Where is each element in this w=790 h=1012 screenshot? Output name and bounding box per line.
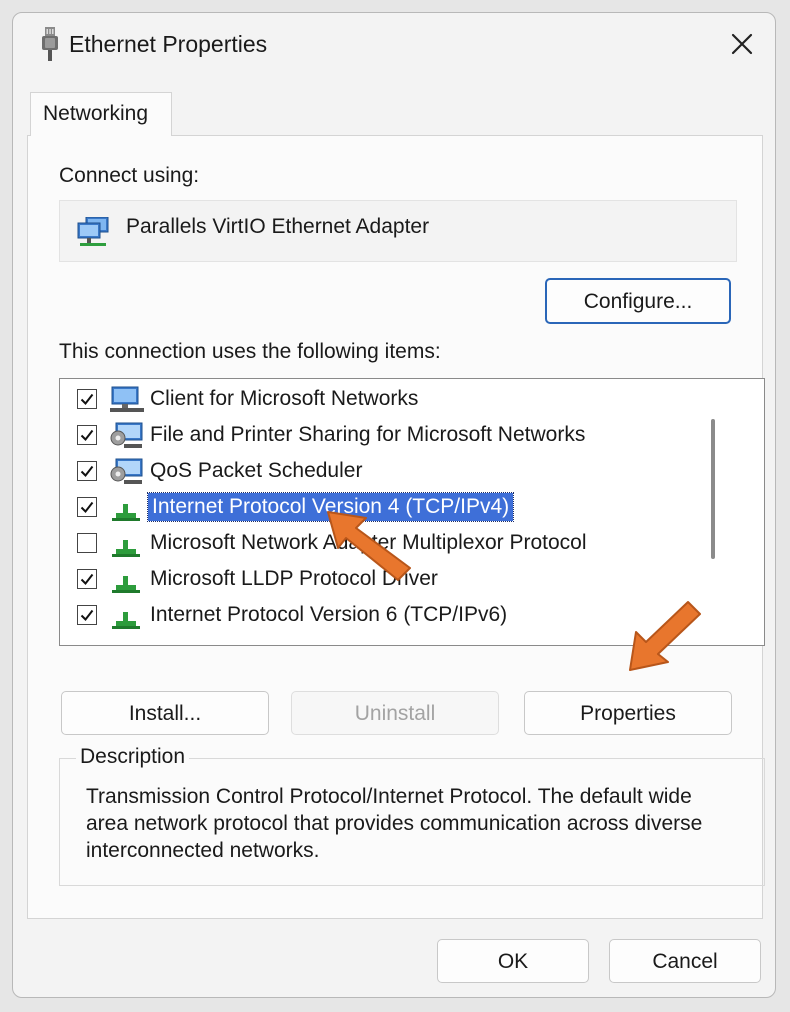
- tab-networking[interactable]: Networking: [30, 92, 172, 136]
- list-item-client-for-microsoft-networks[interactable]: Client for Microsoft Networks: [60, 383, 700, 417]
- description-group: Description Transmission Control Protoco…: [59, 745, 765, 886]
- vertical-scrollbar[interactable]: [711, 419, 715, 559]
- window-title: Ethernet Properties: [69, 31, 268, 57]
- checkmark-icon: [80, 609, 94, 622]
- protocol-icon: [110, 602, 144, 635]
- checkbox-client[interactable]: [77, 389, 97, 409]
- description-legend: Description: [76, 745, 190, 769]
- checkbox-qos[interactable]: [77, 461, 97, 481]
- checkmark-icon: [80, 573, 94, 586]
- uninstall-button-label: Uninstall: [354, 702, 436, 725]
- list-item-multiplexor-protocol[interactable]: Microsoft Network Adapter Multiplexor Pr…: [60, 527, 700, 561]
- list-item-label: Microsoft Network Adapter Multiplexor Pr…: [150, 531, 587, 554]
- list-item-ipv6[interactable]: Internet Protocol Version 6 (TCP/IPv6): [60, 599, 700, 633]
- list-item-file-and-printer-sharing[interactable]: File and Printer Sharing for Microsoft N…: [60, 419, 700, 453]
- checkbox-ipv6[interactable]: [77, 605, 97, 625]
- ethernet-plug-icon: [39, 27, 61, 66]
- install-button[interactable]: Install...: [61, 691, 269, 735]
- list-item-ipv4[interactable]: Internet Protocol Version 4 (TCP/IPv4): [60, 491, 700, 525]
- list-item-label: Microsoft LLDP Protocol Driver: [150, 567, 438, 590]
- close-icon: [731, 33, 753, 55]
- cancel-button-label: Cancel: [652, 950, 718, 973]
- checkbox-file-printer-sharing[interactable]: [77, 425, 97, 445]
- list-item-label: Internet Protocol Version 6 (TCP/IPv6): [150, 603, 508, 626]
- items-label: This connection uses the following items…: [59, 340, 441, 363]
- networking-panel: Connect using: Parallels VirtIO Ethernet…: [27, 135, 765, 919]
- list-item-label: QoS Packet Scheduler: [150, 459, 363, 482]
- list-item-label: File and Printer Sharing for Microsoft N…: [150, 423, 586, 446]
- list-item-label: Internet Protocol Version 4 (TCP/IPv4): [146, 492, 515, 522]
- install-button-label: Install...: [128, 702, 202, 725]
- adapter-display: Parallels VirtIO Ethernet Adapter: [59, 200, 737, 262]
- ethernet-properties-window: Ethernet Properties Networking Connect u…: [12, 12, 776, 998]
- network-service-icon: [110, 458, 144, 491]
- checkmark-icon: [80, 465, 94, 478]
- horizontal-scrollbar[interactable]: [100, 645, 628, 646]
- ok-button[interactable]: OK: [437, 939, 589, 983]
- properties-button-label: Properties: [580, 702, 676, 725]
- list-item-lldp-driver[interactable]: Microsoft LLDP Protocol Driver: [60, 563, 700, 597]
- items-list[interactable]: Client for Microsoft Networks File and P…: [59, 378, 765, 646]
- tab-networking-label: Networking: [43, 102, 149, 125]
- checkmark-icon: [80, 393, 94, 406]
- checkbox-ipv4[interactable]: [77, 497, 97, 517]
- close-button[interactable]: [725, 27, 759, 61]
- protocol-icon: [110, 530, 144, 563]
- protocol-icon: [110, 494, 144, 527]
- uninstall-button: Uninstall: [291, 691, 499, 735]
- checkbox-lldp[interactable]: [77, 569, 97, 589]
- configure-button[interactable]: Configure...: [545, 278, 731, 324]
- protocol-icon: [110, 566, 144, 599]
- checkmark-icon: [80, 429, 94, 442]
- cancel-button[interactable]: Cancel: [609, 939, 761, 983]
- connect-using-label: Connect using:: [59, 164, 200, 187]
- description-text: Transmission Control Protocol/Internet P…: [86, 785, 703, 862]
- properties-button[interactable]: Properties: [524, 691, 732, 735]
- list-item-qos-packet-scheduler[interactable]: QoS Packet Scheduler: [60, 455, 700, 489]
- checkmark-icon: [80, 501, 94, 514]
- title-bar[interactable]: Ethernet Properties: [13, 13, 775, 79]
- adapter-name: Parallels VirtIO Ethernet Adapter: [126, 215, 430, 238]
- checkbox-multiplexor[interactable]: [77, 533, 97, 553]
- network-adapter-icon: [76, 216, 110, 252]
- ok-button-label: OK: [497, 950, 529, 973]
- network-client-icon: [110, 386, 144, 419]
- list-item-label: Client for Microsoft Networks: [150, 387, 419, 410]
- configure-button-label: Configure...: [583, 290, 693, 313]
- network-service-icon: [110, 422, 144, 455]
